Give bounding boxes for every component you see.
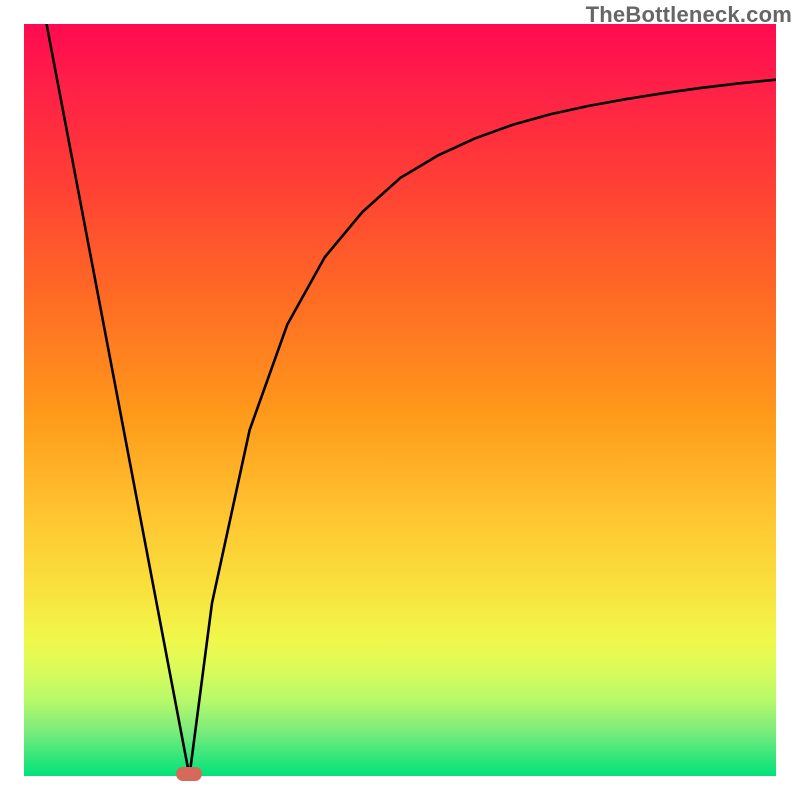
minimum-marker — [176, 767, 202, 781]
plot-frame — [24, 24, 776, 776]
bottleneck-curve — [24, 24, 776, 776]
watermark-text: TheBottleneck.com — [586, 2, 792, 28]
curve-path — [47, 24, 776, 776]
